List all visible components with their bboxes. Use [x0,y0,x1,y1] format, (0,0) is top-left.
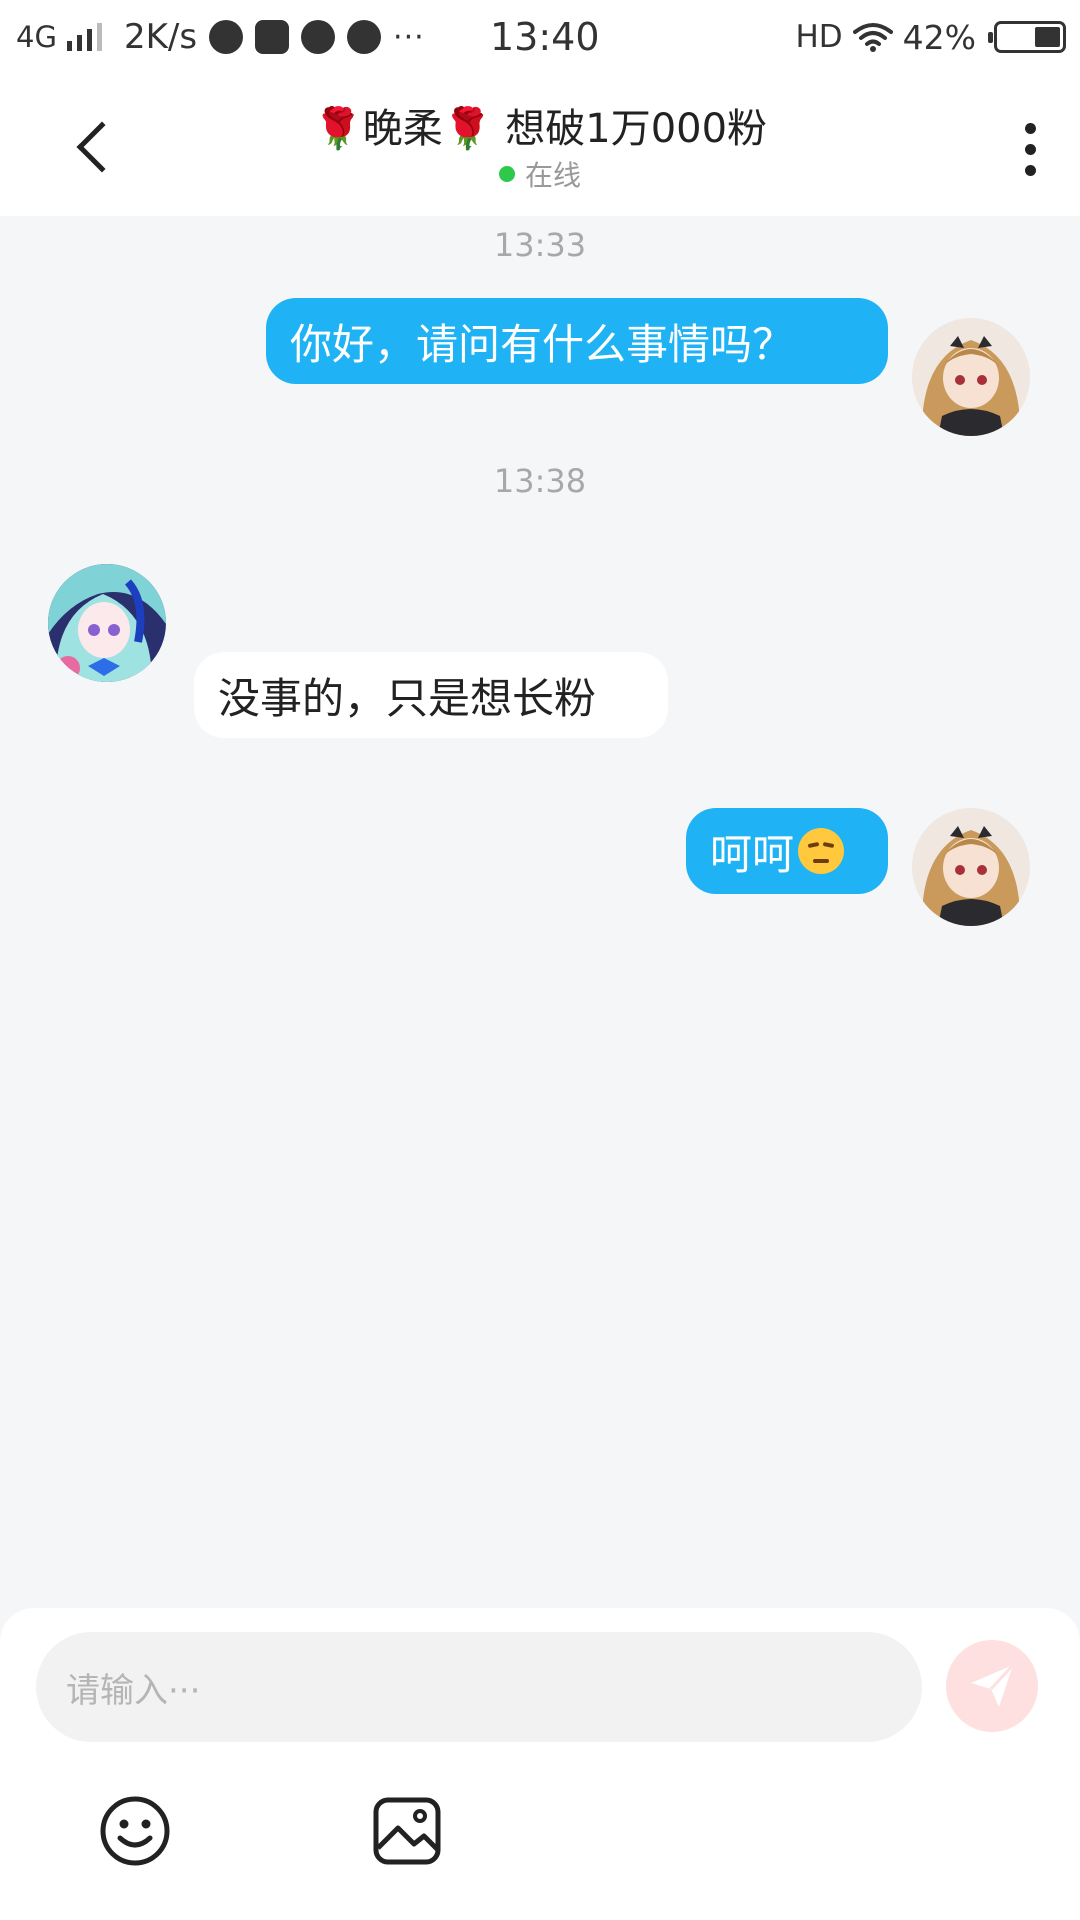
my-avatar[interactable] [912,808,1030,926]
avatar-girl-blue-icon [48,564,166,682]
emoji-button[interactable] [98,1794,172,1868]
composer-panel: 请输入··· [0,1608,1080,1920]
avatar-girl-brown-icon [912,808,1030,926]
network-type: 4G [16,20,57,54]
image-button[interactable] [370,1794,444,1868]
avatar-girl-brown-icon [912,318,1030,436]
status-left: 4G 2K/s ··· [16,0,425,74]
emoji-icon [100,1796,170,1866]
online-dot-icon [498,166,515,182]
online-status: 在线 [0,154,1080,194]
contact-avatar[interactable] [48,564,166,682]
send-button[interactable] [946,1640,1038,1732]
message-input[interactable]: 请输入··· [36,1632,922,1742]
unamused-face-emoji-icon [798,828,845,874]
message-input-placeholder: 请输入··· [66,1670,201,1711]
my-avatar[interactable] [912,318,1030,436]
planet-app-icon [209,20,244,54]
image-icon [373,1797,441,1865]
status-right: HD 42% [795,0,1066,74]
status-time: 13:40 [490,15,600,59]
message-text: 没事的，只是想长粉 [218,673,597,723]
bag-app-icon [255,20,290,54]
battery-icon [988,21,1066,53]
wifi-icon [852,23,893,52]
battery-percent: 42% [902,17,976,57]
message-timestamp: 13:38 [493,462,587,500]
hd-indicator: HD [795,19,843,55]
music-app-icon [301,20,336,54]
chat-header: 🌹晚柔🌹 想破1万000粉 在线 [0,74,1080,216]
outgoing-message-bubble[interactable]: 呵呵 [686,808,888,894]
message-text: 呵呵 [710,829,795,879]
battery-fill [1035,27,1060,47]
signal-icon [66,23,102,51]
more-notifications-icon: ··· [393,19,425,55]
message-list[interactable]: 13:33 你好，请问有什么事情吗？ 13:38 没事的，只是想长粉 呵呵 [0,216,1080,1608]
message-app-icon [347,20,382,54]
contact-name: 🌹晚柔🌹 想破1万000粉 [312,106,768,152]
send-icon [971,1663,1015,1707]
message-text: 你好，请问有什么事情吗？ [290,319,795,369]
online-label: 在线 [524,159,581,192]
status-bar: 4G 2K/s ··· 13:40 HD 42% [0,0,1080,74]
outgoing-message-bubble[interactable]: 你好，请问有什么事情吗？ [266,298,888,384]
incoming-message-bubble[interactable]: 没事的，只是想长粉 [194,652,668,738]
network-speed: 2K/s [123,17,198,57]
message-timestamp: 13:33 [493,226,587,264]
more-options-button[interactable] [1000,114,1060,184]
more-vertical-icon [1024,122,1036,134]
